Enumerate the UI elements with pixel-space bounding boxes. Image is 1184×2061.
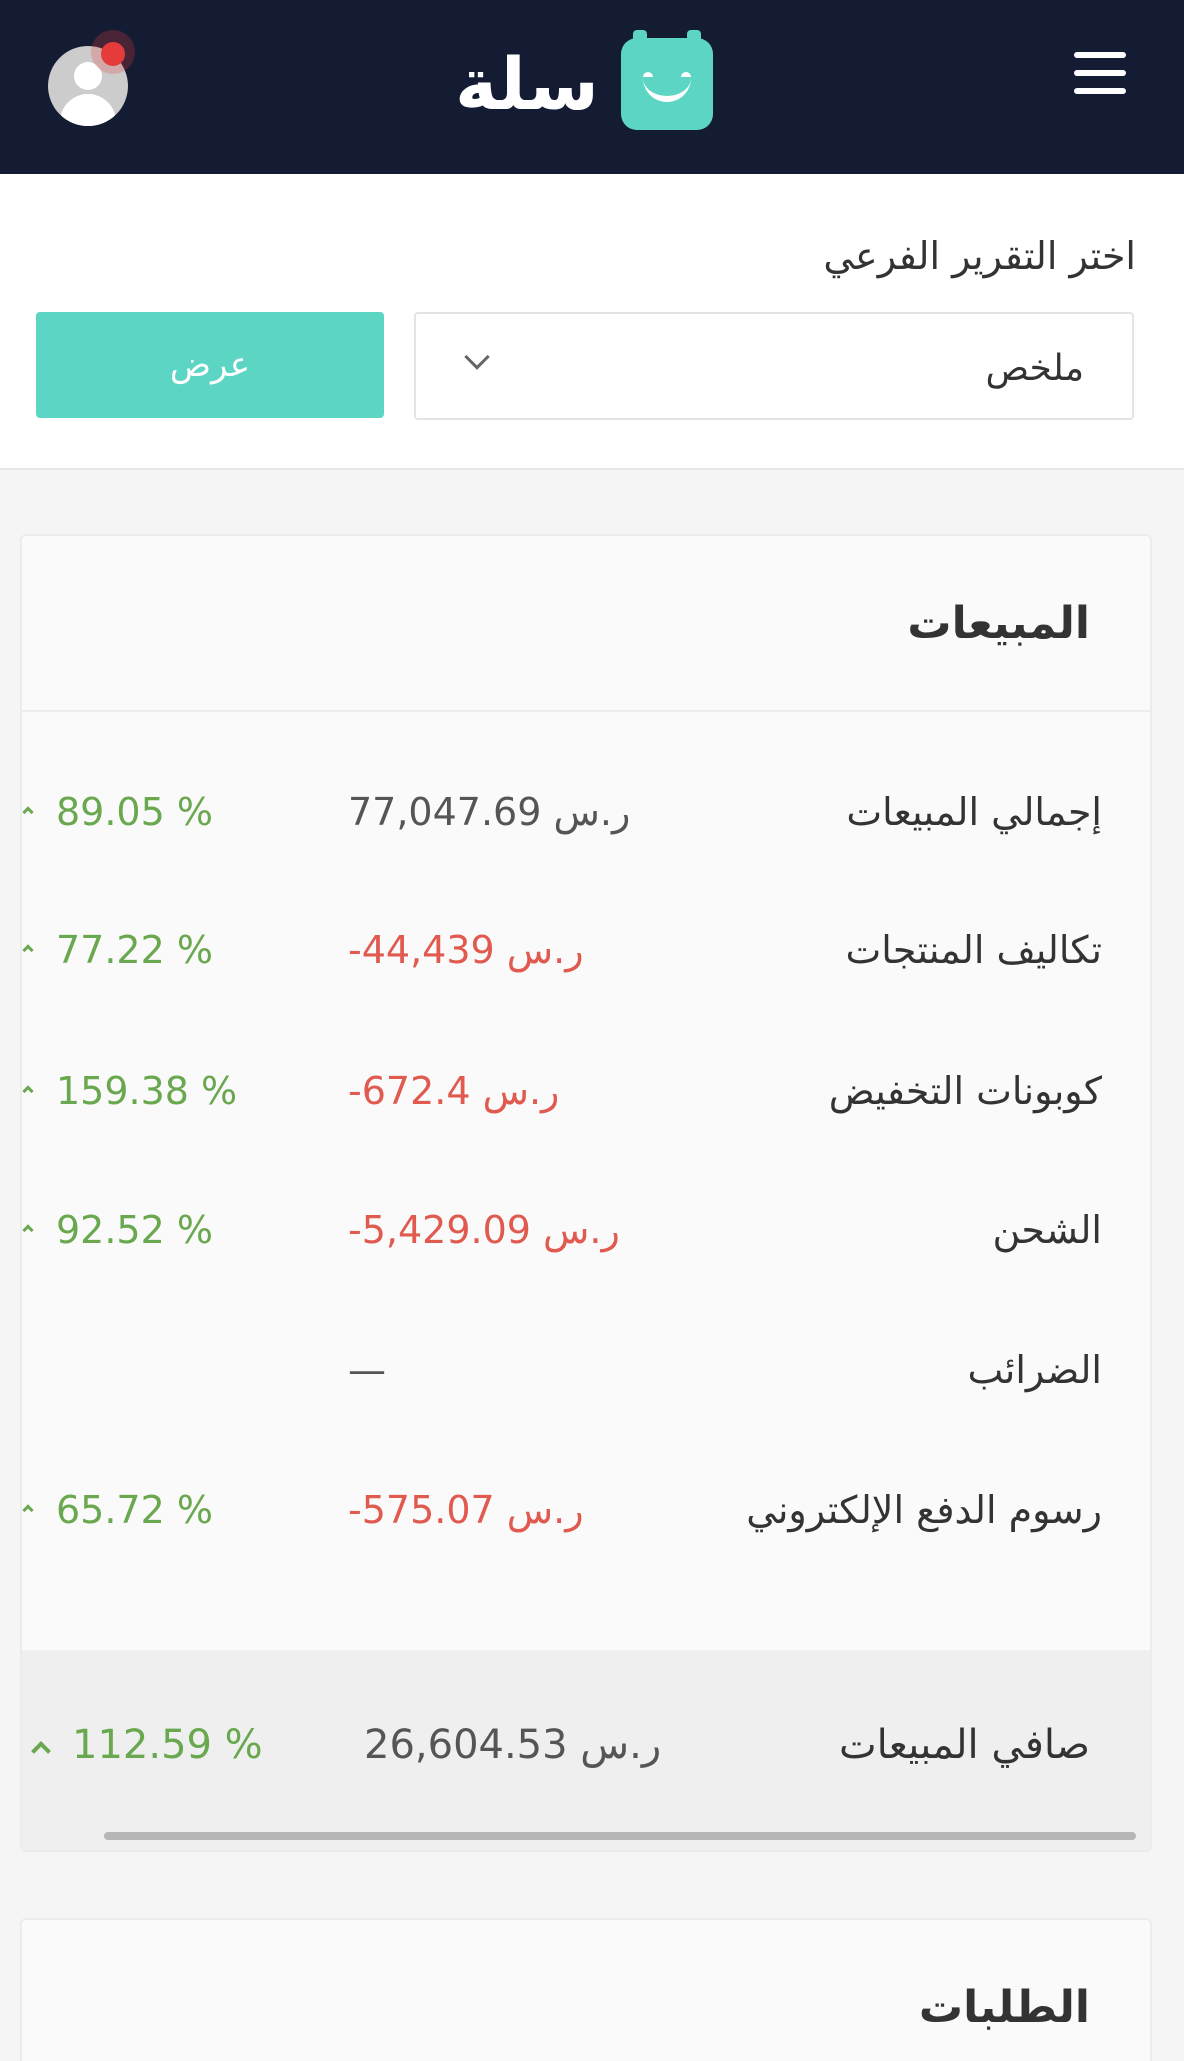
avatar-body-shape xyxy=(60,94,116,126)
sales-card: المبيعات إجمالي المبيعات 77,047.69 ر.س 8… xyxy=(20,534,1152,1852)
arrow-up-icon xyxy=(22,944,34,956)
card-title: المبيعات xyxy=(907,598,1090,649)
table-row: تكاليف المنتجات -44,439 ر.س 77.22 % xyxy=(22,912,1150,992)
row-value: — xyxy=(348,1348,386,1392)
row-label: الشحن xyxy=(992,1208,1103,1252)
table-row: كوبونات التخفيض -672.4 ر.س 159.38 % xyxy=(22,1053,1150,1133)
table-row: الضرائب — xyxy=(22,1332,1150,1412)
row-label: الضرائب xyxy=(967,1348,1102,1392)
net-value: 26,604.53 ر.س xyxy=(364,1722,662,1768)
row-label: كوبونات التخفيض xyxy=(828,1069,1102,1113)
brand-logo[interactable]: سلة xyxy=(455,24,713,144)
row-value: -575.07 ر.س xyxy=(348,1488,584,1532)
row-label: إجمالي المبيعات xyxy=(846,790,1102,834)
row-value: 77,047.69 ر.س xyxy=(348,790,631,834)
table-row: رسوم الدفع الإلكتروني -575.07 ر.س 65.72 … xyxy=(22,1472,1150,1552)
net-sales-row: صافي المبيعات 26,604.53 ر.س 112.59 % xyxy=(22,1650,1150,1850)
sub-report-label: اختر التقرير الفرعي xyxy=(823,234,1136,278)
net-label: صافي المبيعات xyxy=(838,1722,1090,1768)
table-row: الشحن -5,429.09 ر.س 92.52 % xyxy=(22,1192,1150,1272)
sub-report-filter: اختر التقرير الفرعي ملخص عرض xyxy=(0,174,1184,470)
menu-line xyxy=(1074,52,1126,58)
arrow-up-icon xyxy=(22,1085,34,1097)
row-label: رسوم الدفع الإلكتروني xyxy=(746,1488,1102,1532)
basket-logo-icon xyxy=(620,30,713,130)
view-button[interactable]: عرض xyxy=(36,312,384,418)
row-percentage: 89.05 % xyxy=(56,790,213,834)
table-row: إجمالي المبيعات 77,047.69 ر.س 89.05 % xyxy=(22,774,1150,854)
horizontal-scrollbar[interactable] xyxy=(104,1832,1136,1840)
chevron-down-icon xyxy=(464,344,490,370)
sub-report-select[interactable]: ملخص xyxy=(414,312,1134,420)
logo-smile xyxy=(642,78,691,102)
row-value: -5,429.09 ر.س xyxy=(348,1208,620,1252)
row-percentage: 159.38 % xyxy=(56,1069,238,1113)
row-percentage: 65.72 % xyxy=(56,1488,213,1532)
arrow-up-icon xyxy=(31,1741,51,1761)
row-label: تكاليف المنتجات xyxy=(845,928,1102,972)
basket-handle-right xyxy=(686,30,701,48)
arrow-up-icon xyxy=(22,1504,34,1516)
orders-card: الطلبات xyxy=(20,1918,1152,2061)
select-value: ملخص xyxy=(985,348,1084,389)
arrow-up-icon xyxy=(22,1224,34,1236)
basket-handle-left xyxy=(632,30,647,48)
row-percentage: 77.22 % xyxy=(56,928,213,972)
brand-name: سلة xyxy=(455,42,599,126)
arrow-up-icon xyxy=(22,806,34,818)
divider xyxy=(22,710,1150,712)
card-title: الطلبات xyxy=(918,1982,1090,2033)
row-value: -672.4 ر.س xyxy=(348,1069,560,1113)
top-header: سلة xyxy=(0,0,1184,174)
row-value: -44,439 ر.س xyxy=(348,928,584,972)
hamburger-menu-icon[interactable] xyxy=(1074,52,1136,100)
row-percentage: 92.52 % xyxy=(56,1208,213,1252)
menu-line xyxy=(1074,70,1126,76)
net-percentage: 112.59 % xyxy=(72,1722,263,1768)
menu-line xyxy=(1074,88,1126,94)
notification-dot-icon xyxy=(101,42,125,66)
